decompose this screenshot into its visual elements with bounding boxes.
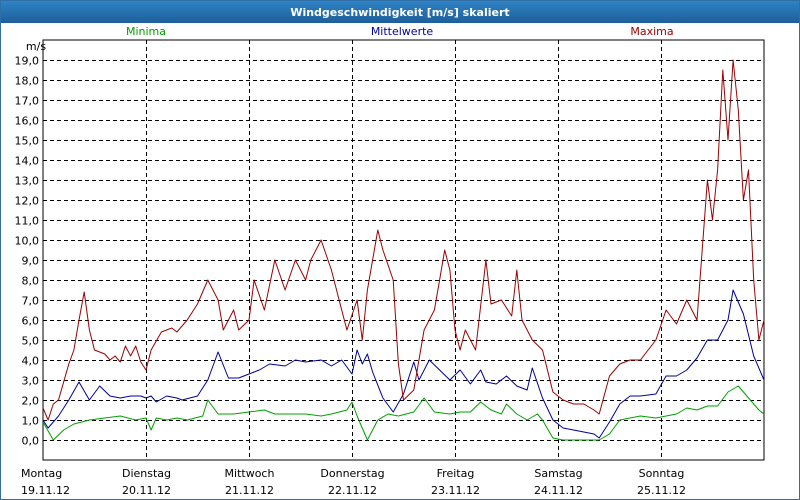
y-tick-label: 3,0 [22,375,40,388]
y-tick-label: 0,0 [22,435,40,448]
x-tick-date-label: 20.11.12 [122,484,171,497]
y-tick-label: 12,0 [15,195,40,208]
legend-mittelwerte: Mittelwerte [371,25,434,38]
y-tick-label: 6,0 [22,315,40,328]
y-axis-label: m/s [26,40,46,53]
y-tick-label: 14,0 [15,155,40,168]
y-tick-label: 17,0 [15,95,40,108]
x-tick-day-label: Samstag [534,467,582,480]
y-tick-label: 10,0 [15,235,40,248]
x-tick-date-label: 21.11.12 [225,484,274,497]
x-tick-day-label: Donnerstag [320,467,384,480]
y-tick-label: 11,0 [15,215,40,228]
y-tick-label: 1,0 [22,415,40,428]
y-tick-label: 15,0 [15,135,40,148]
legend-minima: Minima [126,25,166,38]
wind-speed-chart: 19,0 18,0 17,0 16,0 15,0 14,0 13,0 12,0 11,0 10,0… [15,25,765,497]
x-tick-day-label: Dienstag [122,467,171,480]
y-tick-label: 5,0 [22,335,40,348]
x-tick-day-label: Sonntag [639,467,685,480]
y-tick-label: 7,0 [22,295,40,308]
y-tick-label: 2,0 [22,395,40,408]
y-tick-label: 18,0 [15,75,40,88]
x-tick-date-label: 24.11.12 [534,484,583,497]
x-tick-day-label: Montag [21,467,62,480]
x-tick-date-label: 22.11.12 [328,484,377,497]
y-tick-label: 8,0 [22,275,40,288]
x-tick-date-label: 25.11.12 [637,484,686,497]
y-tick-label: 13,0 [15,175,40,188]
x-tick-day-label: Freitag [437,467,475,480]
y-tick-label: 16,0 [15,115,40,128]
y-tick-label: 9,0 [22,255,40,268]
x-tick-date-label: 19.11.12 [21,484,70,497]
y-tick-label: 19,0 [15,55,40,68]
x-tick-date-label: 23.11.12 [431,484,480,497]
x-tick-day-label: Mittwoch [225,467,275,480]
y-tick-label: 4,0 [22,355,40,368]
legend-maxima: Maxima [630,25,673,38]
